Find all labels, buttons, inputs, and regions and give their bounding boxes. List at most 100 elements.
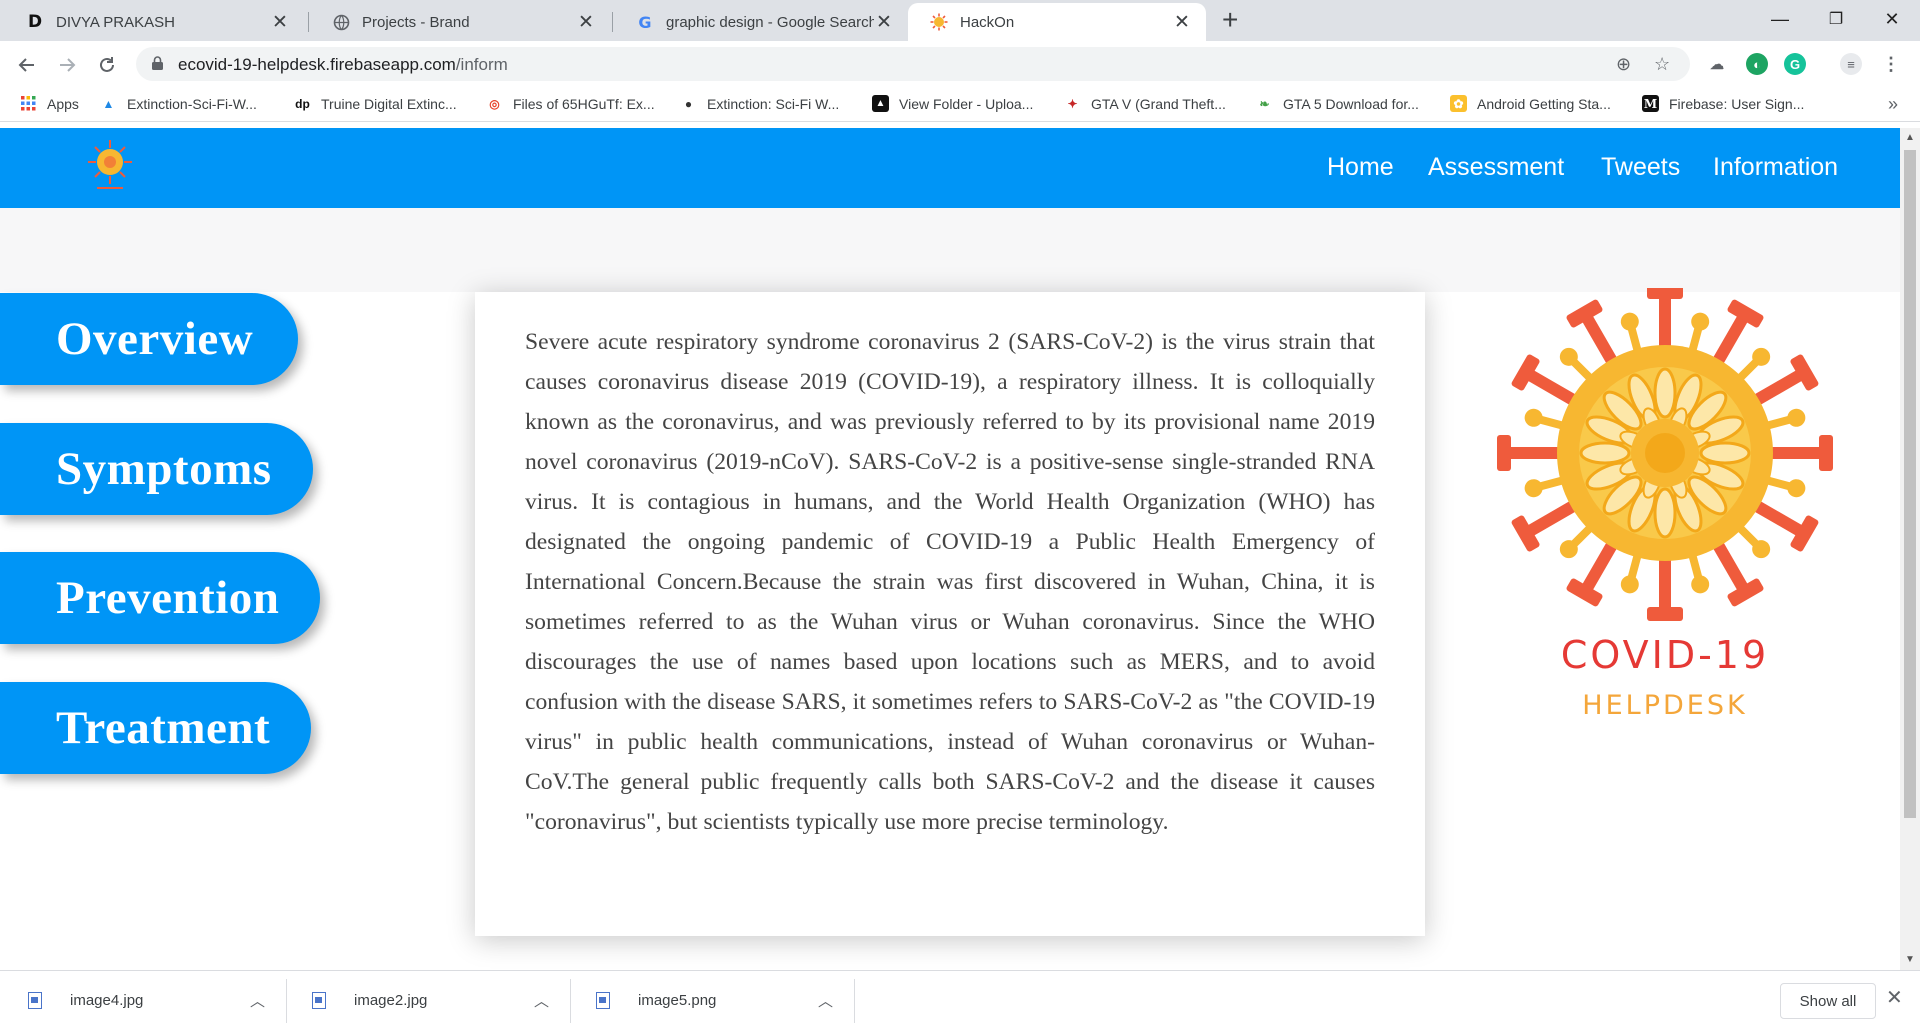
bookmark-item[interactable]: ❧ GTA 5 Download for... bbox=[1256, 95, 1419, 112]
tab-title: DIVYA PRAKASH bbox=[56, 13, 175, 31]
upload-icon: ▲ bbox=[872, 95, 889, 112]
gamepad-icon: ✦ bbox=[1067, 96, 1078, 111]
url-path: /inform bbox=[455, 55, 508, 74]
nav-home[interactable]: Home bbox=[1327, 153, 1394, 182]
bookmark-item[interactable]: M Firebase: User Sign... bbox=[1642, 95, 1804, 112]
chevron-up-icon[interactable]: ︿ bbox=[534, 990, 549, 1011]
forward-button[interactable] bbox=[52, 50, 82, 80]
grammarly-icon[interactable]: G bbox=[1784, 53, 1806, 75]
sidebar-overview-button[interactable]: Overview bbox=[0, 293, 298, 385]
bookmarks-overflow-button[interactable]: » bbox=[1888, 94, 1898, 115]
bookmark-label: GTA V (Grand Theft... bbox=[1091, 95, 1226, 112]
bookmark-label: GTA 5 Download for... bbox=[1283, 95, 1419, 112]
download-item[interactable]: image5.png ︿ bbox=[596, 971, 836, 1029]
header-spacer bbox=[0, 208, 1900, 292]
image-file-icon bbox=[596, 991, 610, 1009]
covid-virus-logo bbox=[1497, 288, 1833, 621]
sidebar-symptoms-button[interactable]: Symptoms bbox=[0, 423, 313, 515]
bookmark-item[interactable]: ✦ GTA V (Grand Theft... bbox=[1064, 95, 1226, 112]
close-window-button[interactable]: ✕ bbox=[1864, 0, 1920, 38]
show-all-downloads-button[interactable]: Show all bbox=[1780, 983, 1876, 1019]
download-divider bbox=[854, 979, 855, 1023]
bookmark-item[interactable]: ● Extinction: Sci-Fi W... bbox=[680, 95, 839, 112]
arrow-left-icon bbox=[18, 58, 34, 72]
address-bar[interactable]: ecovid-19-helpdesk.firebaseapp.com/infor… bbox=[136, 47, 1690, 81]
reload-icon bbox=[100, 57, 114, 72]
bookmark-item[interactable]: ▲ Extinction-Sci-Fi-W... bbox=[100, 95, 257, 112]
tab-google-search[interactable]: G graphic design - Google Search ✕ bbox=[614, 3, 908, 41]
chevron-up-icon[interactable]: ︿ bbox=[250, 990, 265, 1011]
sidebar-prevention-button[interactable]: Prevention bbox=[0, 552, 320, 644]
download-divider bbox=[570, 979, 571, 1023]
page-viewport: Home Assessment Tweets Information Overv… bbox=[0, 128, 1920, 970]
tab-title: graphic design - Google Search bbox=[666, 13, 874, 31]
nav-assessment[interactable]: Assessment bbox=[1428, 153, 1564, 182]
minimize-button[interactable]: — bbox=[1752, 0, 1808, 38]
bookmark-label: Apps bbox=[47, 95, 79, 112]
image-file-icon bbox=[312, 991, 326, 1009]
url-host: ecovid-19-helpdesk.firebaseapp.com bbox=[178, 55, 456, 74]
bookmark-label: Android Getting Sta... bbox=[1477, 95, 1611, 112]
tab-divider bbox=[308, 12, 309, 32]
google-icon: G bbox=[638, 12, 652, 32]
page-scrollbar[interactable]: ▲ ▼ bbox=[1900, 128, 1920, 970]
profile-avatar-icon[interactable]: ≡ bbox=[1840, 53, 1862, 75]
restore-button[interactable]: ❐ bbox=[1808, 0, 1864, 38]
scrollbar-thumb[interactable] bbox=[1904, 150, 1916, 818]
star-icon[interactable]: ☆ bbox=[1654, 54, 1670, 75]
bookmark-item[interactable]: ◎ Files of 65HGuTf: Ex... bbox=[486, 95, 655, 112]
close-downloads-icon[interactable]: ✕ bbox=[1886, 985, 1903, 1010]
extension-cloud-icon[interactable]: ☁ bbox=[1706, 53, 1728, 75]
scroll-down-icon[interactable]: ▼ bbox=[1905, 954, 1915, 965]
bookmark-item[interactable]: ✿ Android Getting Sta... bbox=[1450, 95, 1611, 112]
bookmark-label: Extinction: Sci-Fi W... bbox=[707, 95, 840, 112]
bookmark-apps[interactable]: Apps bbox=[20, 95, 79, 112]
globe-icon bbox=[332, 13, 350, 31]
m-icon: M bbox=[1642, 95, 1659, 112]
downloads-bar: image4.jpg ︿ image2.jpg ︿ image5.png ︿ S… bbox=[0, 970, 1920, 1030]
bookmark-item[interactable]: ▲ View Folder - Uploa... bbox=[872, 95, 1033, 112]
arrow-right-icon bbox=[60, 58, 76, 72]
article-text: Severe acute respiratory syndrome corona… bbox=[525, 329, 1375, 835]
new-tab-button[interactable]: + bbox=[1222, 6, 1238, 34]
apps-grid-icon bbox=[20, 95, 37, 112]
tab-strip: D DIVYA PRAKASH ✕ Projects - Brand ✕ G g… bbox=[0, 0, 1920, 41]
tab-title: HackOn bbox=[960, 13, 1015, 31]
bookmark-item[interactable]: dp Truine Digital Extinc... bbox=[294, 95, 456, 112]
download-item[interactable]: image2.jpg ︿ bbox=[312, 971, 552, 1029]
tab-projects-brand[interactable]: Projects - Brand ✕ bbox=[310, 3, 610, 41]
bookmarks-bar: Apps ▲ Extinction-Sci-Fi-W... dp Truine … bbox=[0, 88, 1920, 122]
close-tab-icon[interactable]: ✕ bbox=[576, 11, 596, 34]
download-divider bbox=[286, 979, 287, 1023]
triangle-icon: ▲ bbox=[102, 96, 115, 111]
browser-toolbar: ecovid-19-helpdesk.firebaseapp.com/infor… bbox=[0, 41, 1920, 88]
tab-hackon[interactable]: HackOn ✕ bbox=[908, 3, 1206, 41]
leaf-icon: ❧ bbox=[1259, 96, 1270, 111]
tab-divya-prakash[interactable]: D DIVYA PRAKASH ✕ bbox=[4, 3, 304, 41]
tab-divider bbox=[612, 12, 613, 32]
chevron-up-icon[interactable]: ︿ bbox=[818, 990, 833, 1011]
d-logo-icon: D bbox=[27, 12, 43, 32]
nav-tweets[interactable]: Tweets bbox=[1601, 153, 1680, 182]
virus-icon bbox=[930, 13, 948, 31]
site-logo[interactable] bbox=[85, 136, 135, 196]
scroll-up-icon[interactable]: ▲ bbox=[1905, 132, 1915, 143]
reload-button[interactable] bbox=[92, 50, 122, 80]
extension-color-icon[interactable]: ◐ bbox=[1746, 53, 1768, 75]
globe-icon: ● bbox=[684, 96, 693, 111]
nav-information[interactable]: Information bbox=[1713, 153, 1838, 182]
back-button[interactable] bbox=[12, 50, 42, 80]
add-circle-icon[interactable]: ⊕ bbox=[1616, 54, 1631, 75]
more-menu-icon[interactable]: ⋮ bbox=[1880, 53, 1902, 75]
download-item[interactable]: image4.jpg ︿ bbox=[28, 971, 268, 1029]
brand-title: COVID-19 bbox=[1560, 633, 1770, 677]
close-tab-icon[interactable]: ✕ bbox=[270, 11, 290, 34]
bookmark-label: Files of 65HGuTf: Ex... bbox=[513, 95, 655, 112]
url-text: ecovid-19-helpdesk.firebaseapp.com/infor… bbox=[178, 55, 508, 75]
dp-icon: dp bbox=[295, 96, 310, 111]
brand-subtitle: HELPDESK bbox=[1582, 690, 1748, 721]
close-tab-icon[interactable]: ✕ bbox=[874, 11, 894, 34]
bookmark-label: Extinction-Sci-Fi-W... bbox=[127, 95, 257, 112]
sidebar-treatment-button[interactable]: Treatment bbox=[0, 682, 311, 774]
close-tab-icon[interactable]: ✕ bbox=[1172, 11, 1192, 34]
